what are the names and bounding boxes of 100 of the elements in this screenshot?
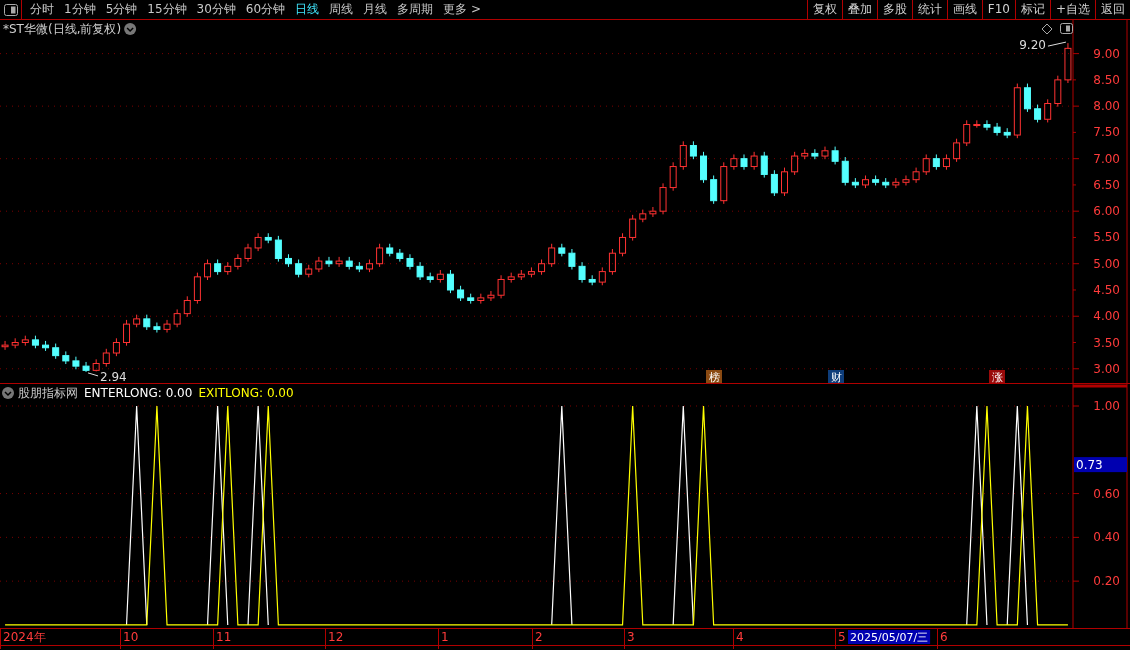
candlestick bbox=[953, 138, 961, 163]
candlestick bbox=[62, 350, 70, 365]
indicator-title: 股朋指标网 bbox=[18, 386, 78, 400]
candlestick bbox=[477, 293, 485, 305]
candlestick bbox=[527, 266, 535, 278]
dropdown-icon[interactable] bbox=[124, 23, 137, 35]
candlestick bbox=[882, 177, 890, 189]
period-tab[interactable]: 60分钟 bbox=[240, 0, 291, 19]
axis-label: 4.00 bbox=[1093, 309, 1120, 324]
candlestick bbox=[487, 290, 495, 302]
candlestick bbox=[31, 335, 39, 349]
date-label: 1 bbox=[441, 630, 449, 644]
candlestick bbox=[932, 153, 940, 171]
candlestick bbox=[851, 177, 859, 189]
panel-toggle-icon[interactable] bbox=[3, 3, 18, 16]
candlestick bbox=[305, 264, 313, 278]
candlestick bbox=[52, 343, 60, 360]
candlestick bbox=[872, 174, 880, 186]
candlestick bbox=[234, 253, 242, 270]
date-label: 2 bbox=[535, 630, 543, 644]
date-label: 11 bbox=[216, 630, 232, 644]
candlestick bbox=[679, 140, 687, 171]
crosshair-date-label: 2025/05/07/三 bbox=[848, 630, 931, 644]
period-tab[interactable]: 5分钟 bbox=[100, 0, 143, 19]
candlestick bbox=[295, 259, 303, 278]
event-tag[interactable]: 财 bbox=[828, 370, 844, 384]
event-tag[interactable]: 榜 bbox=[706, 370, 722, 384]
candlestick bbox=[558, 243, 566, 257]
candlestick bbox=[335, 256, 343, 268]
date-label: 2024年 bbox=[3, 630, 46, 644]
candlestick bbox=[760, 151, 768, 179]
candlestick bbox=[993, 122, 1001, 137]
candlestick bbox=[285, 253, 292, 268]
candlestick bbox=[983, 119, 991, 131]
candlestick bbox=[376, 243, 384, 268]
candlestick bbox=[730, 153, 738, 171]
candlestick bbox=[467, 293, 475, 305]
legend-label: ENTERLONG: 0.00 bbox=[84, 386, 193, 400]
candlestick bbox=[588, 274, 596, 286]
candlestick bbox=[720, 161, 728, 205]
axis-label: 3.00 bbox=[1093, 361, 1120, 376]
candlestick bbox=[598, 266, 606, 286]
price-label: 2.94 bbox=[100, 369, 127, 384]
candlestick bbox=[902, 174, 910, 186]
candlestick bbox=[781, 167, 788, 197]
candlestick bbox=[973, 119, 981, 129]
period-tab[interactable]: 更多 > bbox=[438, 0, 486, 19]
candlestick bbox=[669, 161, 677, 192]
axis-label: 8.50 bbox=[1093, 72, 1120, 87]
candlestick bbox=[173, 308, 181, 328]
candlestick bbox=[1054, 75, 1062, 108]
candlestick bbox=[689, 140, 697, 160]
candlestick bbox=[892, 177, 900, 189]
axis-label: 5.00 bbox=[1093, 256, 1120, 271]
dropdown-icon[interactable] bbox=[2, 387, 14, 399]
candlestick bbox=[497, 274, 505, 299]
candlestick bbox=[517, 269, 525, 281]
candlestick bbox=[700, 151, 707, 184]
candlestick bbox=[315, 256, 323, 273]
candlestick bbox=[21, 335, 29, 347]
event-tag[interactable]: 涨 bbox=[989, 370, 1005, 384]
candlestick bbox=[123, 319, 131, 347]
candlestick bbox=[629, 214, 637, 242]
candlestick bbox=[153, 322, 161, 334]
panel-toggle-icon[interactable] bbox=[1060, 23, 1073, 34]
period-tab[interactable]: 30分钟 bbox=[191, 0, 241, 19]
price-label: 9.20 bbox=[1019, 38, 1046, 53]
period-tab[interactable]: 1分钟 bbox=[59, 0, 101, 19]
candlestick bbox=[102, 348, 110, 368]
period-tab[interactable]: 分时 bbox=[25, 0, 59, 19]
candlestick bbox=[457, 285, 465, 302]
candlestick bbox=[568, 248, 576, 270]
candlestick bbox=[821, 146, 829, 160]
candlestick bbox=[224, 261, 232, 276]
period-tab[interactable]: 月线 bbox=[358, 0, 393, 19]
candlestick bbox=[92, 358, 100, 372]
candlestick bbox=[942, 153, 950, 171]
axis-label: 0.40 bbox=[1093, 530, 1120, 545]
period-tab[interactable]: 多周期 bbox=[392, 0, 439, 19]
candlestick bbox=[507, 272, 515, 284]
candlestick bbox=[264, 232, 272, 244]
candlestick bbox=[244, 243, 252, 263]
period-tab[interactable]: 日线 bbox=[290, 0, 325, 19]
period-tab[interactable]: 周线 bbox=[324, 0, 359, 19]
candlestick bbox=[193, 272, 201, 305]
period-tab[interactable]: 15分钟 bbox=[142, 0, 192, 19]
candlestick bbox=[183, 295, 191, 318]
candlestick bbox=[922, 153, 930, 176]
candlestick bbox=[396, 248, 404, 263]
candlestick bbox=[862, 174, 869, 189]
candlestick bbox=[426, 272, 434, 284]
axis-label: 3.50 bbox=[1093, 335, 1120, 350]
candlestick bbox=[801, 148, 809, 160]
candlestick bbox=[446, 269, 454, 294]
crosshair-value-label: 0.73 bbox=[1074, 457, 1127, 473]
candlestick bbox=[811, 148, 819, 160]
axis-label: 6.50 bbox=[1093, 177, 1120, 192]
diamond-icon[interactable] bbox=[1041, 23, 1053, 35]
axis-label: 7.00 bbox=[1093, 151, 1120, 166]
candlestick bbox=[214, 259, 222, 276]
